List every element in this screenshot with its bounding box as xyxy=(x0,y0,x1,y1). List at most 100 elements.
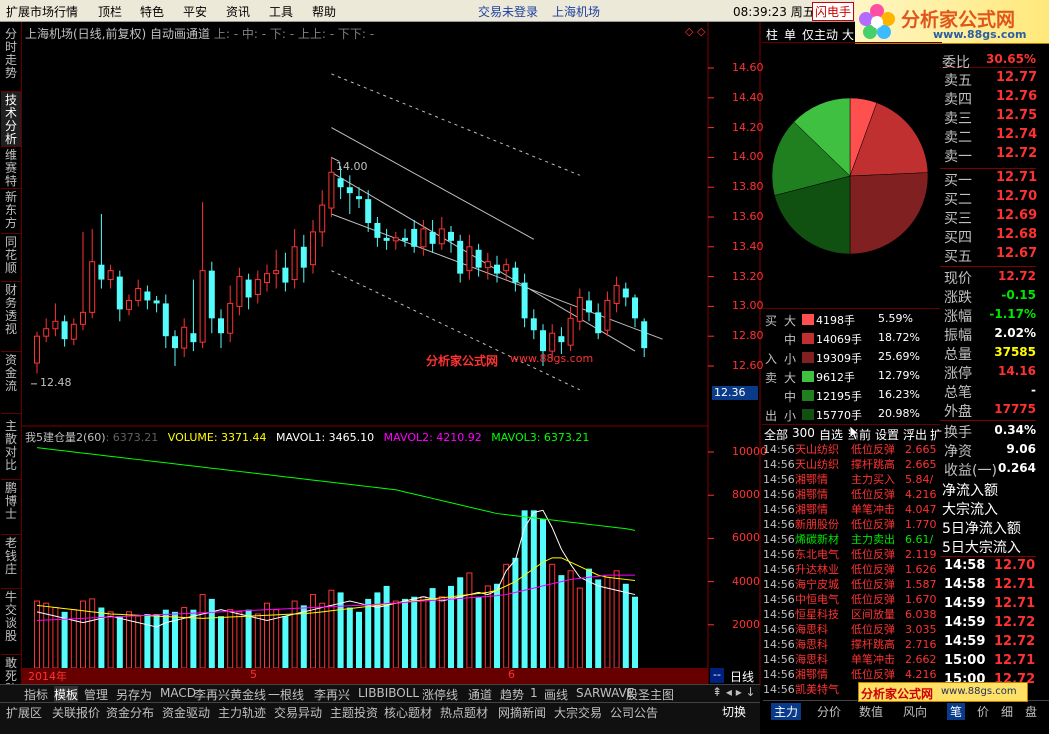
indicator-tab-8[interactable]: LIBBIBOLL xyxy=(358,686,419,700)
radar-stock[interactable]: 升达林业 xyxy=(795,562,839,577)
indicator-tab-9[interactable]: 涨停线 xyxy=(422,686,458,703)
candle[interactable] xyxy=(227,285,234,343)
candle[interactable] xyxy=(116,270,123,322)
indicator-tab-5[interactable]: 李再兴黄金线 xyxy=(194,686,266,703)
period-label[interactable]: 日线 xyxy=(724,668,760,684)
menu-pingan[interactable]: 平安 xyxy=(183,3,207,20)
candle[interactable] xyxy=(632,294,638,328)
candle[interactable] xyxy=(264,264,270,292)
candle[interactable] xyxy=(365,190,372,232)
zoom-out-button[interactable]: -- xyxy=(710,668,724,683)
radar-tab-all[interactable]: 全部 xyxy=(764,426,788,443)
left-tab-1[interactable]: 技术分析 xyxy=(1,92,21,147)
status-tab-2[interactable]: 资金分布 xyxy=(106,704,154,721)
candle[interactable] xyxy=(448,225,454,253)
candle[interactable] xyxy=(374,217,381,247)
candle[interactable] xyxy=(273,249,280,289)
candle[interactable] xyxy=(484,252,491,280)
candle[interactable] xyxy=(466,234,473,280)
candle[interactable] xyxy=(236,267,243,316)
indicator-tab-11[interactable]: 趋势 xyxy=(500,686,524,703)
candle[interactable] xyxy=(383,228,390,250)
ask-price[interactable]: 12.72 xyxy=(996,146,1037,161)
left-tab-3[interactable]: 新东方 xyxy=(1,189,21,234)
indicator-tab-10[interactable]: 通道 xyxy=(468,686,492,703)
bid-price[interactable]: 12.67 xyxy=(996,246,1037,261)
left-tab-4[interactable]: 同花顺 xyxy=(1,234,21,282)
candle[interactable] xyxy=(622,282,629,307)
radar-tab-expand[interactable]: 扩 xyxy=(930,426,942,443)
candle[interactable] xyxy=(190,279,197,352)
menu-top-bar[interactable]: 顶栏 xyxy=(98,3,122,20)
candle[interactable] xyxy=(392,231,399,250)
candle[interactable] xyxy=(512,261,519,292)
candle[interactable] xyxy=(457,234,464,283)
radar-stock[interactable]: 烯碳新材 xyxy=(795,532,839,547)
right-bottom-tab-7[interactable]: 盘 xyxy=(1025,703,1037,720)
status-tab-3[interactable]: 资金驱动 xyxy=(162,704,210,721)
candle[interactable] xyxy=(52,303,59,337)
candle[interactable] xyxy=(310,219,316,274)
radar-stock[interactable]: 海思科 xyxy=(795,622,828,637)
candle[interactable] xyxy=(300,234,307,283)
candle[interactable] xyxy=(218,309,224,349)
candle[interactable] xyxy=(153,295,160,313)
indicator-tab-3[interactable]: 另存为 xyxy=(116,686,152,703)
radar-stock[interactable]: 天山纺织 xyxy=(795,457,839,472)
indicator-tab-13[interactable]: 画线 xyxy=(544,686,568,703)
status-tab-5[interactable]: 交易异动 xyxy=(274,704,322,721)
candle[interactable] xyxy=(107,264,114,289)
left-tab-6[interactable]: 资金流 xyxy=(1,352,21,414)
radar-tab-watchlist[interactable]: 自选 xyxy=(819,426,843,443)
trade-login-link[interactable]: 交易未登录 xyxy=(478,3,538,20)
candle[interactable] xyxy=(402,228,408,247)
candle[interactable] xyxy=(181,318,188,358)
status-tab-4[interactable]: 主力轨迹 xyxy=(218,704,266,721)
candle[interactable] xyxy=(254,270,261,304)
candle[interactable] xyxy=(126,294,132,316)
ask-price[interactable]: 12.75 xyxy=(996,108,1037,123)
candle[interactable] xyxy=(61,315,68,347)
candle[interactable] xyxy=(586,291,592,322)
candle[interactable] xyxy=(475,243,482,277)
flash-trade-button[interactable]: 闪电手 xyxy=(812,2,855,21)
switch-button[interactable]: 切换 xyxy=(722,703,746,720)
candle[interactable] xyxy=(595,303,602,340)
indicator-tab-2[interactable]: 管理 xyxy=(84,686,108,703)
status-tab-6[interactable]: 主题投资 xyxy=(330,704,378,721)
status-tab-9[interactable]: 网摘新闻 xyxy=(498,704,546,721)
left-tab-11[interactable]: 敢死队 xyxy=(1,655,21,696)
candle[interactable] xyxy=(319,190,326,247)
radar-stock[interactable]: 恒星科技 xyxy=(795,607,839,622)
indicator-tab-12[interactable]: 1 xyxy=(530,686,538,700)
candle[interactable] xyxy=(172,330,178,366)
indicator-tab-15[interactable]: 股圣主图 xyxy=(626,686,674,703)
candle[interactable] xyxy=(494,255,500,283)
indicator-tab-0[interactable]: 指标 xyxy=(24,686,48,703)
indicator-tab-6[interactable]: 一根线 xyxy=(268,686,304,703)
menu-tools[interactable]: 工具 xyxy=(269,3,293,20)
right-bottom-tab-4[interactable]: 笔 xyxy=(947,703,966,720)
left-tab-10[interactable]: 牛交谈股 xyxy=(1,589,21,655)
radar-stock[interactable]: 东北电气 xyxy=(795,547,839,562)
candle[interactable] xyxy=(98,214,105,289)
tab-single[interactable]: 单 xyxy=(784,26,796,43)
candle[interactable] xyxy=(613,276,620,313)
ask-price[interactable]: 12.76 xyxy=(996,89,1037,104)
candle[interactable] xyxy=(80,231,86,331)
candle[interactable] xyxy=(144,285,151,310)
left-tab-9[interactable]: 老钱庄 xyxy=(1,535,21,589)
candle[interactable] xyxy=(411,219,418,253)
radar-stock[interactable]: 湘鄂情 xyxy=(795,472,828,487)
left-tab-5[interactable]: 财务透视 xyxy=(1,282,21,352)
candle[interactable] xyxy=(604,291,611,337)
status-tab-0[interactable]: 扩展区 xyxy=(6,704,42,721)
radar-tab-float[interactable]: 浮出 xyxy=(903,426,927,443)
candle[interactable] xyxy=(135,279,142,307)
candle[interactable] xyxy=(291,228,298,289)
candle[interactable] xyxy=(43,318,50,343)
radar-stock[interactable]: 凯美特气 xyxy=(795,682,839,697)
bid-price[interactable]: 12.70 xyxy=(996,189,1037,204)
candle[interactable] xyxy=(208,261,215,334)
radar-stock[interactable]: 海思科 xyxy=(795,637,828,652)
